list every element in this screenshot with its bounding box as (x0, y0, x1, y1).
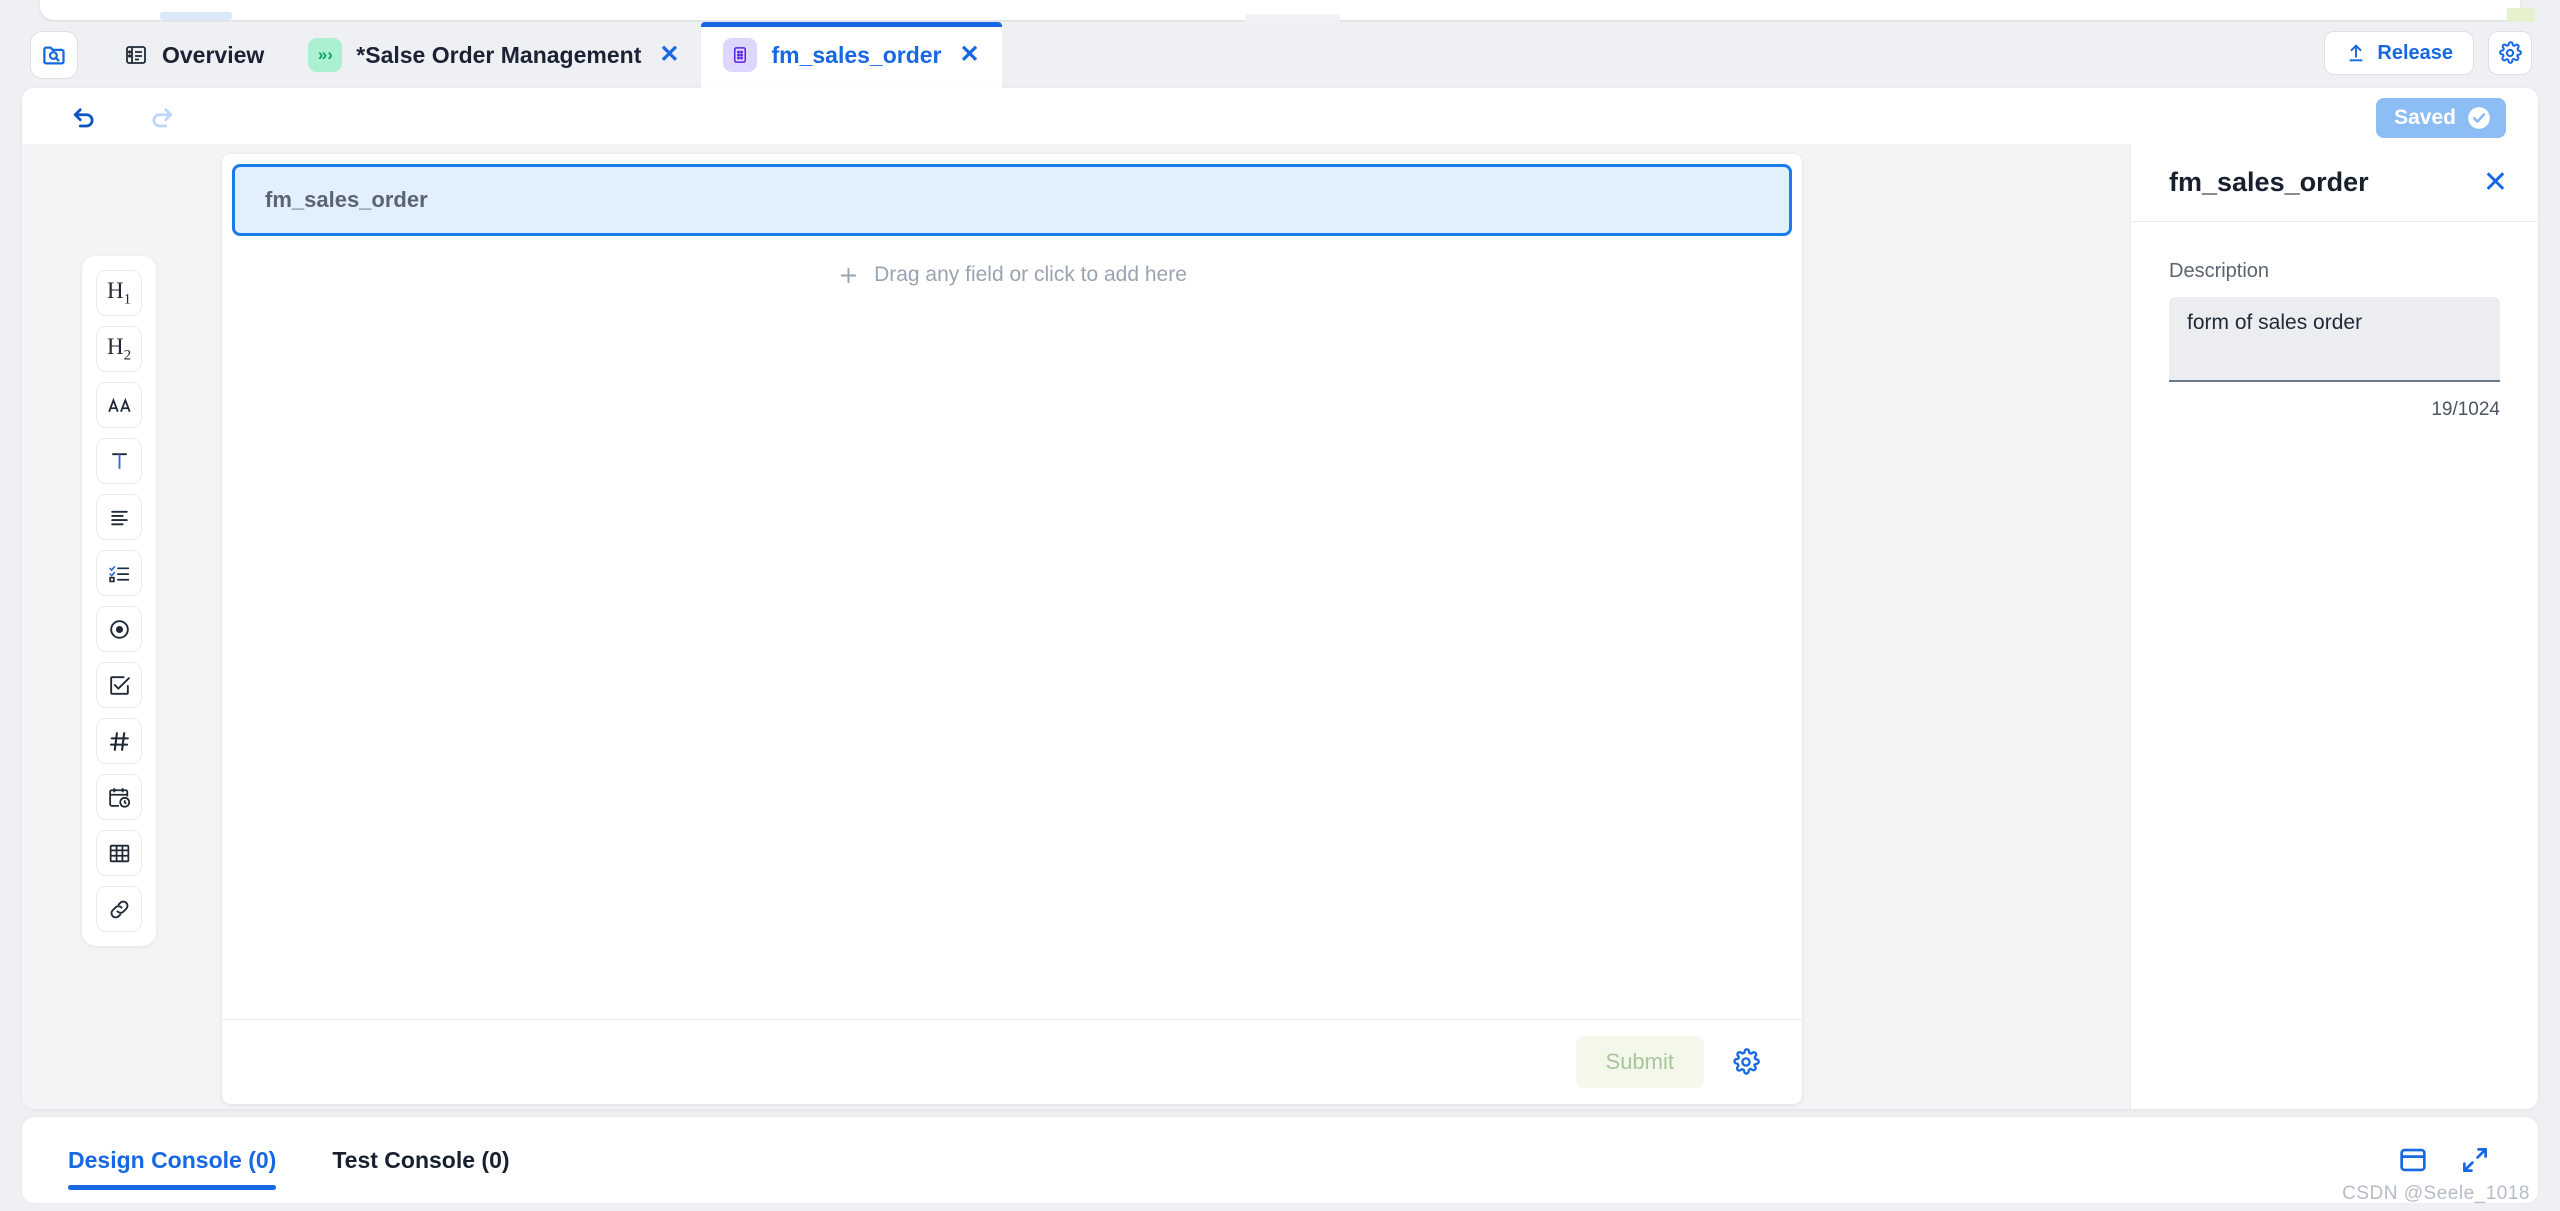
saved-label: Saved (2394, 106, 2456, 129)
form-settings-button[interactable] (1732, 1048, 1760, 1076)
tab-bar: Overview »› *Salse Order Management ✕ fm… (0, 22, 2560, 88)
properties-body: Description 19/1024 (2131, 222, 2538, 421)
widget-checkbox[interactable] (96, 662, 142, 708)
console-tab-label: Design Console (0) (68, 1146, 277, 1173)
calendar-clock-icon (108, 787, 130, 808)
release-button[interactable]: Release (2324, 31, 2474, 75)
home-search-button[interactable] (30, 31, 78, 79)
tab-close-button[interactable]: ✕ (659, 43, 679, 67)
widget-radio-group[interactable] (96, 606, 142, 652)
tab-test-console[interactable]: Test Console (0) (332, 1117, 509, 1203)
document-list-icon (126, 46, 146, 64)
form-canvas: H1 H2 fm_sales_order Drag any field or c… (22, 144, 2130, 1109)
console-tab-label: Test Console (0) (332, 1146, 510, 1173)
link-chain-icon (110, 900, 128, 918)
widget-link[interactable] (96, 886, 142, 932)
tab-label: *Salse Order Management (356, 41, 642, 68)
table-grid-icon (109, 844, 129, 862)
form-title: fm_sales_order (265, 187, 428, 212)
widget-palette: H1 H2 (82, 256, 156, 946)
folder-search-icon (42, 46, 65, 64)
undo-button[interactable] (66, 98, 102, 134)
form-preview-card: fm_sales_order Drag any field or click t… (222, 154, 1802, 1104)
hash-number-icon (109, 731, 129, 751)
widget-font-style[interactable] (96, 382, 142, 428)
widget-table[interactable] (96, 830, 142, 876)
upload-arrow-icon (2349, 44, 2363, 62)
form-footer: Submit (222, 1019, 1802, 1104)
checklist-icon (108, 565, 129, 582)
form-title-block[interactable]: fm_sales_order (232, 164, 1792, 236)
previous-window-sliver (40, 0, 2535, 38)
gear-icon (2499, 41, 2522, 64)
tab-label: Overview (162, 41, 265, 68)
editor-shell: Saved H1 H2 fm_sales_order Drag any fiel… (22, 88, 2538, 1109)
check-circle-icon (2468, 107, 2490, 129)
widget-number-field[interactable] (96, 718, 142, 764)
tab-salse-order-management[interactable]: »› *Salse Order Management ✕ (286, 22, 701, 88)
tab-close-button[interactable]: ✕ (960, 43, 980, 67)
redo-button[interactable] (144, 98, 180, 134)
chevrons-right-icon: »› (308, 38, 343, 72)
form-field-area[interactable] (222, 304, 1802, 1019)
description-label: Description (2169, 260, 2270, 282)
widget-checklist[interactable] (96, 550, 142, 596)
tab-overview[interactable]: Overview (102, 22, 286, 88)
heading-2-icon: H2 (106, 333, 132, 364)
radio-button-icon (109, 619, 129, 639)
release-label: Release (2377, 41, 2453, 64)
tab-design-console[interactable]: Design Console (0) (68, 1117, 277, 1203)
paragraph-lines-icon (110, 510, 128, 525)
tab-bar-actions: Release (2324, 31, 2532, 75)
properties-close-button[interactable]: ✕ (2483, 167, 2508, 198)
sliver-blue-chip (160, 12, 232, 20)
status-badge: Saved (2376, 98, 2506, 138)
text-t-icon (111, 452, 127, 469)
properties-panel: fm_sales_order ✕ Description 19/1024 (2130, 144, 2538, 1109)
history-toolbar: Saved (22, 88, 2538, 144)
widget-heading-1[interactable]: H1 (96, 270, 142, 316)
font-aa-icon (107, 397, 131, 412)
properties-header: fm_sales_order ✕ (2131, 144, 2538, 222)
form-icon (723, 38, 758, 72)
expand-fullscreen-icon (2463, 1148, 2487, 1172)
widget-text-field[interactable] (96, 438, 142, 484)
dropzone-label: Drag any field or click to add here (874, 263, 1187, 286)
form-dropzone[interactable]: Drag any field or click to add here (222, 246, 1802, 304)
widget-date-time[interactable] (96, 774, 142, 820)
properties-title: fm_sales_order (2169, 167, 2369, 197)
gear-icon (1733, 1048, 1760, 1075)
redo-arrow-icon (152, 108, 173, 128)
undo-arrow-icon (73, 108, 94, 128)
description-input[interactable] (2169, 297, 2500, 382)
widget-paragraph[interactable] (96, 494, 142, 540)
panel-toggle-button[interactable] (2396, 1143, 2430, 1177)
description-char-count: 19/1024 (2431, 399, 2500, 420)
checkbox-icon (109, 675, 130, 695)
tab-fm-sales-order[interactable]: fm_sales_order ✕ (701, 22, 1002, 88)
submit-button[interactable]: Submit (1575, 1036, 1704, 1088)
panel-layout-icon (2400, 1148, 2426, 1172)
console-actions (2396, 1143, 2492, 1177)
settings-button[interactable] (2488, 31, 2532, 75)
console-bar: Design Console (0) Test Console (0) (22, 1117, 2538, 1203)
plus-icon (840, 267, 857, 283)
widget-heading-2[interactable]: H2 (96, 326, 142, 372)
tab-label: fm_sales_order (771, 41, 942, 68)
heading-1-icon: H1 (106, 277, 132, 308)
fullscreen-button[interactable] (2458, 1143, 2492, 1177)
